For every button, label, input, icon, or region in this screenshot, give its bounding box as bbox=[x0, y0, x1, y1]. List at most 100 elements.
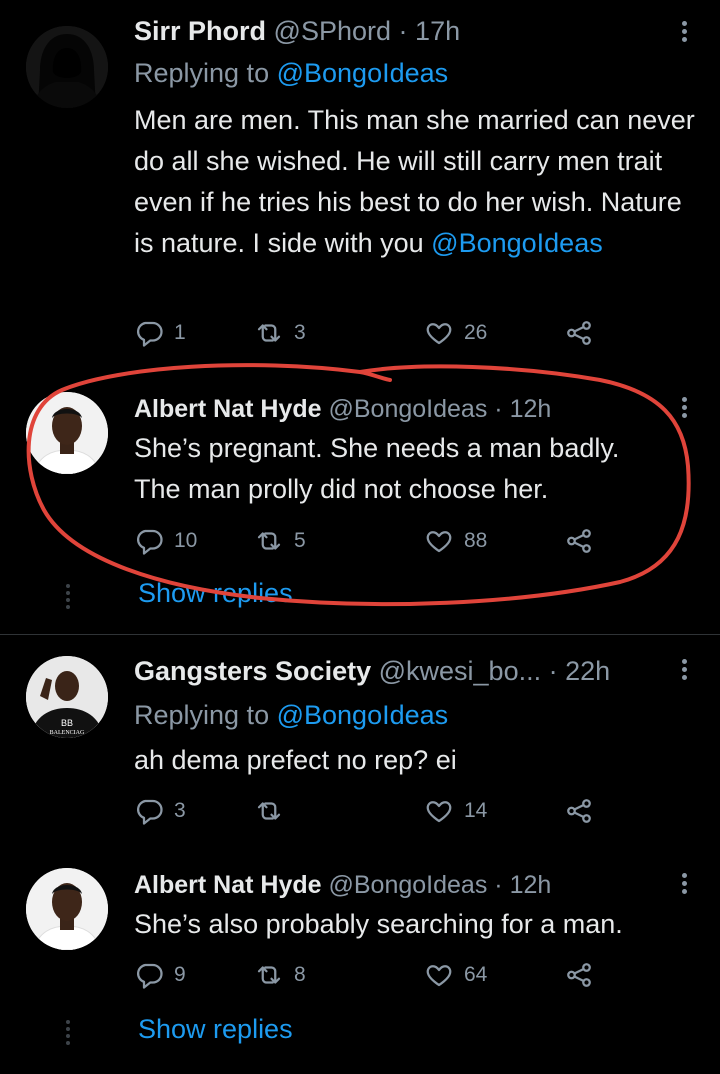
replying-to: Replying to @BongoIdeas bbox=[134, 56, 448, 90]
retweet-button[interactable]: 8 bbox=[254, 958, 306, 992]
tweet-text-content: Men are men. This man she married can ne… bbox=[134, 105, 695, 258]
display-name[interactable]: Albert Nat Hyde bbox=[134, 871, 322, 899]
reply-icon bbox=[137, 799, 163, 825]
retweet-icon bbox=[257, 532, 281, 550]
reply-button[interactable]: 1 bbox=[134, 316, 186, 350]
retweet-icon bbox=[257, 802, 281, 820]
display-name[interactable]: Sirr Phord bbox=[134, 16, 266, 46]
user-handle[interactable]: @BongoIdeas bbox=[329, 395, 488, 423]
reply-count: 10 bbox=[174, 529, 198, 552]
hooded-figure-icon bbox=[26, 26, 108, 108]
tweet-text-line: The man prolly did not choose her. bbox=[134, 474, 549, 504]
avatar[interactable] bbox=[26, 868, 108, 950]
share-button[interactable] bbox=[564, 958, 594, 992]
separator-dot: · bbox=[494, 871, 503, 899]
heart-icon bbox=[426, 531, 452, 553]
thread-connector bbox=[64, 584, 72, 612]
like-count: 64 bbox=[464, 963, 488, 986]
retweet-icon bbox=[257, 966, 281, 984]
avatar[interactable] bbox=[26, 26, 108, 108]
replying-to-handle[interactable]: @BongoIdeas bbox=[277, 58, 449, 88]
share-button[interactable] bbox=[564, 316, 594, 350]
tweet-text: She’s pregnant. She needs a man badly. T… bbox=[134, 428, 704, 510]
like-button[interactable]: 14 bbox=[424, 794, 487, 828]
share-icon bbox=[567, 529, 591, 553]
tweet-header: Albert Nat Hyde @BongoIdeas · 12h bbox=[134, 868, 551, 902]
like-count: 14 bbox=[464, 799, 488, 822]
tweet-header: Gangsters Society @kwesi_bo... · 22h bbox=[134, 654, 610, 688]
display-name[interactable]: Albert Nat Hyde bbox=[134, 395, 322, 423]
like-button[interactable]: 88 bbox=[424, 524, 487, 558]
like-button[interactable]: 26 bbox=[424, 316, 487, 350]
tweet-text-line: She’s pregnant. She needs a man badly. bbox=[134, 433, 620, 463]
timestamp[interactable]: 12h bbox=[510, 395, 552, 423]
reply-button[interactable]: 9 bbox=[134, 958, 186, 992]
avatar[interactable] bbox=[26, 392, 108, 474]
timestamp[interactable]: 17h bbox=[415, 16, 460, 46]
more-options-icon[interactable] bbox=[676, 18, 692, 48]
heart-icon bbox=[426, 801, 452, 823]
reply-button[interactable]: 10 bbox=[134, 524, 197, 558]
tweet-gangsters-society[interactable]: BB BALENCIAG Gangsters Society @kwesi_bo… bbox=[0, 654, 720, 834]
reply-button[interactable]: 3 bbox=[134, 794, 186, 828]
heart-icon bbox=[426, 965, 452, 987]
tweet-header: Albert Nat Hyde @BongoIdeas · 12h bbox=[134, 392, 551, 426]
tweet-header: Sirr Phord @SPhord · 17h bbox=[134, 14, 460, 48]
separator-dot: · bbox=[398, 16, 408, 46]
avatar-shirt-text: BALENCIAG bbox=[50, 730, 85, 736]
profile-photo-icon bbox=[26, 868, 108, 950]
profile-photo-icon bbox=[26, 392, 108, 474]
avatar-logo-text: BB bbox=[61, 718, 73, 728]
timestamp[interactable]: 22h bbox=[565, 656, 610, 686]
retweet-button[interactable]: 3 bbox=[254, 316, 306, 350]
avatar[interactable]: BB BALENCIAG bbox=[26, 656, 108, 738]
timestamp[interactable]: 12h bbox=[510, 871, 552, 899]
user-handle[interactable]: @SPhord bbox=[274, 16, 391, 46]
tweet-text: ah dema prefect no rep? ei bbox=[134, 745, 457, 775]
reply-icon bbox=[137, 529, 163, 555]
tweet-mention[interactable]: @BongoIdeas bbox=[431, 228, 603, 258]
reply-count: 1 bbox=[174, 321, 186, 344]
share-icon bbox=[567, 321, 591, 345]
reply-icon bbox=[137, 321, 163, 347]
share-button[interactable] bbox=[564, 524, 594, 558]
like-count: 26 bbox=[464, 321, 488, 344]
show-replies-link[interactable]: Show replies bbox=[138, 1014, 293, 1045]
separator-dot: · bbox=[548, 656, 558, 686]
retweet-count: 3 bbox=[294, 321, 306, 344]
tweet-albert-2[interactable]: Albert Nat Hyde @BongoIdeas · 12h She’s … bbox=[0, 868, 720, 1048]
retweet-button[interactable] bbox=[254, 794, 294, 828]
user-handle[interactable]: @BongoIdeas bbox=[329, 871, 488, 899]
share-button[interactable] bbox=[564, 794, 594, 828]
replying-to-label: Replying to bbox=[134, 700, 270, 730]
reply-count: 9 bbox=[174, 963, 186, 986]
show-replies-link[interactable]: Show replies bbox=[138, 578, 293, 609]
tweet-text: Men are men. This man she married can ne… bbox=[134, 100, 704, 264]
user-handle[interactable]: @kwesi_bo... bbox=[379, 656, 541, 686]
tweet-actions: 1 3 26 bbox=[134, 316, 614, 350]
more-options-icon[interactable] bbox=[676, 394, 692, 424]
retweet-count: 5 bbox=[294, 529, 306, 552]
reply-count: 3 bbox=[174, 799, 186, 822]
tweet-albert-1[interactable]: Albert Nat Hyde @BongoIdeas · 12h She’s … bbox=[0, 392, 720, 622]
more-options-icon[interactable] bbox=[676, 870, 692, 900]
separator-dot: · bbox=[494, 395, 503, 423]
more-options-icon[interactable] bbox=[676, 656, 692, 686]
display-name[interactable]: Gangsters Society bbox=[134, 656, 371, 686]
like-button[interactable]: 64 bbox=[424, 958, 487, 992]
tweet-actions: 9 8 64 bbox=[134, 958, 614, 992]
replying-to-handle[interactable]: @BongoIdeas bbox=[277, 700, 449, 730]
tweet-text: She’s also probably searching for a man. bbox=[134, 909, 623, 939]
thread-connector bbox=[64, 1020, 72, 1048]
replying-to-label: Replying to bbox=[134, 58, 270, 88]
divider bbox=[0, 634, 720, 635]
share-icon bbox=[567, 963, 591, 987]
heart-icon bbox=[426, 323, 452, 345]
profile-photo-icon: BB BALENCIAG bbox=[26, 656, 108, 738]
reply-icon bbox=[137, 963, 163, 989]
tweet-actions: 10 5 88 bbox=[134, 524, 614, 558]
retweet-button[interactable]: 5 bbox=[254, 524, 306, 558]
tweet-sphord[interactable]: Sirr Phord @SPhord · 17h Replying to @Bo… bbox=[0, 14, 720, 354]
retweet-count: 8 bbox=[294, 963, 306, 986]
share-icon bbox=[567, 799, 591, 823]
